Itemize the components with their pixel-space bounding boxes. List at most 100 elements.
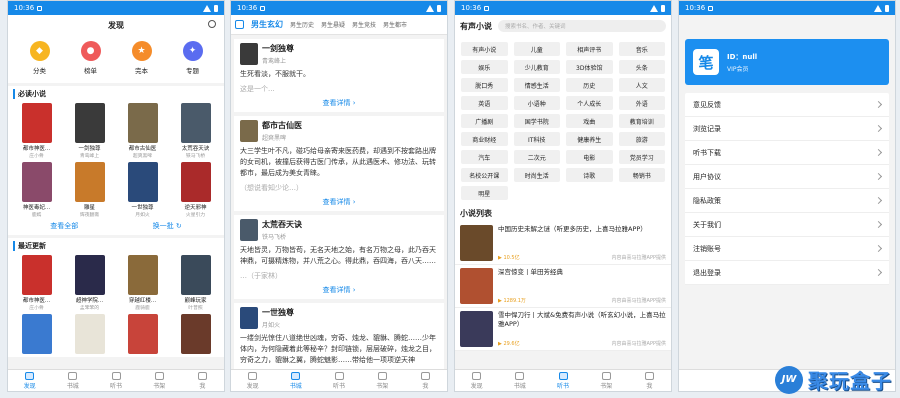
tag-item[interactable]: 教育培训: [618, 114, 665, 128]
tag-item[interactable]: 头条: [618, 60, 665, 74]
nav-audio[interactable]: 听书: [541, 370, 584, 391]
tag-item[interactable]: IT科技: [513, 132, 560, 146]
book-item[interactable]: 一世独尊 月如火: [119, 162, 166, 218]
nav-audio[interactable]: 听书: [94, 370, 137, 391]
tab-suspense[interactable]: 男生悬疑: [321, 20, 345, 29]
tag-item[interactable]: 3D体验馆: [566, 60, 613, 74]
tag-item[interactable]: 党员学习: [618, 150, 665, 164]
book-item[interactable]: [172, 314, 219, 354]
category-item[interactable]: ✦ 专题: [182, 41, 203, 75]
tag-item[interactable]: 脱口秀: [461, 78, 508, 92]
menu-privacy[interactable]: 隐私政策: [685, 189, 889, 213]
book-card[interactable]: 一世独尊 月如火 一缕剑光惊住八道绝世凶魂，穷奇、烛龙、貔貅、腾蛇……少年体内，为…: [234, 303, 444, 370]
nav-bookstore[interactable]: 书城: [274, 370, 317, 391]
tag-item[interactable]: 明星: [461, 186, 508, 200]
tag-item[interactable]: 少儿教育: [513, 60, 560, 74]
category-item[interactable]: ★ 完本: [131, 41, 152, 75]
tag-item[interactable]: 健康养生: [566, 132, 613, 146]
nav-me[interactable]: 我: [181, 370, 224, 391]
category-item[interactable]: ● 榜单: [80, 41, 101, 75]
nav-shelf[interactable]: 书架: [585, 370, 628, 391]
category-item[interactable]: ◆ 分类: [29, 41, 50, 75]
refresh-button[interactable]: 换一批 ↻: [153, 221, 182, 231]
tab-history[interactable]: 男生历史: [290, 20, 314, 29]
menu-about[interactable]: 关于我们: [685, 213, 889, 237]
tag-item[interactable]: 畅销书: [618, 168, 665, 182]
book-item[interactable]: 逆天邪神 火星引力: [172, 162, 219, 218]
menu-downloads[interactable]: 听书下载: [685, 141, 889, 165]
chevron-right-icon: [874, 124, 883, 133]
nav-me[interactable]: 我: [404, 370, 447, 391]
nav-bookstore[interactable]: 书城: [498, 370, 541, 391]
tab-sports[interactable]: 男生竞技: [352, 20, 376, 29]
menu-feedback[interactable]: 意见反馈: [685, 93, 889, 117]
tag-item[interactable]: 二次元: [513, 150, 560, 164]
tag-item[interactable]: 广播剧: [461, 114, 508, 128]
menu-delete-account[interactable]: 注销账号: [685, 237, 889, 261]
view-all-link[interactable]: 查看全部: [50, 221, 78, 231]
book-item[interactable]: 太荒吞天诀 铁马飞桥: [172, 103, 219, 159]
book-card[interactable]: 都市古仙医 超爽黑啤 大三学生叶不凡，碰巧给母亲寄来医药费，却遇到不按套路出牌的女…: [234, 116, 444, 211]
book-item[interactable]: 神医毒妃... 鹿嫣: [13, 162, 60, 218]
tag-item[interactable]: 诗歌: [566, 168, 613, 182]
star-icon: ★: [131, 41, 152, 61]
view-details-link[interactable]: 查看详情 ›: [240, 285, 438, 295]
tag-item[interactable]: 电影: [566, 150, 613, 164]
list-item[interactable]: 雪中悍刀行丨大斌&免费有声小说（听玄幻小说，上喜马拉雅APP） ▶ 29.6亿 内容…: [455, 308, 671, 351]
search-input[interactable]: 搜索书名、作者、关键词: [498, 20, 666, 32]
nav-me[interactable]: 我: [628, 370, 671, 391]
tag-item[interactable]: 国学书院: [513, 114, 560, 128]
tag-item[interactable]: 情感生活: [513, 78, 560, 92]
tag-item[interactable]: 汽车: [461, 150, 508, 164]
tag-item[interactable]: 人文: [618, 78, 665, 92]
tag-item[interactable]: 戏曲: [566, 114, 613, 128]
tag-item[interactable]: 名校公开课: [461, 168, 508, 182]
nav-discover[interactable]: 发现: [455, 370, 498, 391]
nav-bookstore[interactable]: 书城: [51, 370, 94, 391]
tag-item[interactable]: 个人成长: [566, 96, 613, 110]
nav-shelf[interactable]: 书架: [361, 370, 404, 391]
nav-audio[interactable]: 听书: [317, 370, 360, 391]
tag-item[interactable]: 英语: [461, 96, 508, 110]
book-item[interactable]: 都市神医... 庄小骨: [13, 103, 60, 159]
grid-icon[interactable]: [235, 20, 244, 29]
book-card[interactable]: 太荒吞天诀 铁马飞桥 天地皆灵，万物皆苟，无名天地之始，有名万物之母，此乃吞天神鼎…: [234, 215, 444, 299]
tag-item[interactable]: 儿童: [513, 42, 560, 56]
view-details-link[interactable]: 查看详情 ›: [240, 98, 438, 108]
search-icon[interactable]: [208, 20, 216, 28]
book-card[interactable]: 一剑独尊 青鸾峰上 生死看淡，不服就干。 这是一个... 查看详情 ›: [234, 39, 444, 112]
tab-xuanhuan[interactable]: 男生玄幻: [251, 19, 283, 30]
menu-history[interactable]: 浏览记录: [685, 117, 889, 141]
tag-item[interactable]: 音乐: [618, 42, 665, 56]
nav-discover[interactable]: 发现: [231, 370, 274, 391]
user-card[interactable]: 笔 ID：null VIP会员: [685, 39, 889, 85]
nav-discover[interactable]: 发现: [8, 370, 51, 391]
nav-shelf[interactable]: 书架: [138, 370, 181, 391]
book-item[interactable]: [119, 314, 166, 354]
book-item[interactable]: 穿越红楼... 鹿骑鹿: [119, 255, 166, 311]
menu-user-agreement[interactable]: 用户协议: [685, 165, 889, 189]
book-item[interactable]: 一剑独尊 青鸾峰上: [66, 103, 113, 159]
tab-urban[interactable]: 男生都市: [383, 20, 407, 29]
tag-item[interactable]: 商业财经: [461, 132, 508, 146]
tag-item[interactable]: 时尚生活: [513, 168, 560, 182]
list-item[interactable]: 中国历史未解之谜（听更多历史，上喜马拉雅APP） ▶ 10.5亿 内容由喜马拉雅AP…: [455, 222, 671, 265]
tag-item[interactable]: 有声小说: [461, 42, 508, 56]
tag-item[interactable]: 娱乐: [461, 60, 508, 74]
book-item[interactable]: 超神学院... 孟笨笨的: [66, 255, 113, 311]
tag-item[interactable]: 相声评书: [566, 42, 613, 56]
book-item[interactable]: 都市古仙医 超爽黑啤: [119, 103, 166, 159]
book-item[interactable]: 雕星 辉夜翻斋: [66, 162, 113, 218]
book-item[interactable]: [66, 314, 113, 354]
book-item[interactable]: 巅峰玩家 叶普照: [172, 255, 219, 311]
tag-item[interactable]: 旅游: [618, 132, 665, 146]
book-item[interactable]: 都市神医... 庄小骨: [13, 255, 60, 311]
list-item[interactable]: 深宫惊变丨单田芳经典 ▶ 1289.1万 内容由喜马拉雅APP提供: [455, 265, 671, 308]
tag-item[interactable]: 小语种: [513, 96, 560, 110]
menu-logout[interactable]: 退出登录: [685, 261, 889, 285]
tag-item[interactable]: 外语: [618, 96, 665, 110]
tag-item[interactable]: 历史: [566, 78, 613, 92]
book-item[interactable]: [13, 314, 60, 354]
view-details-link[interactable]: 查看详情 ›: [240, 197, 438, 207]
nav-label: 发现: [246, 382, 259, 390]
